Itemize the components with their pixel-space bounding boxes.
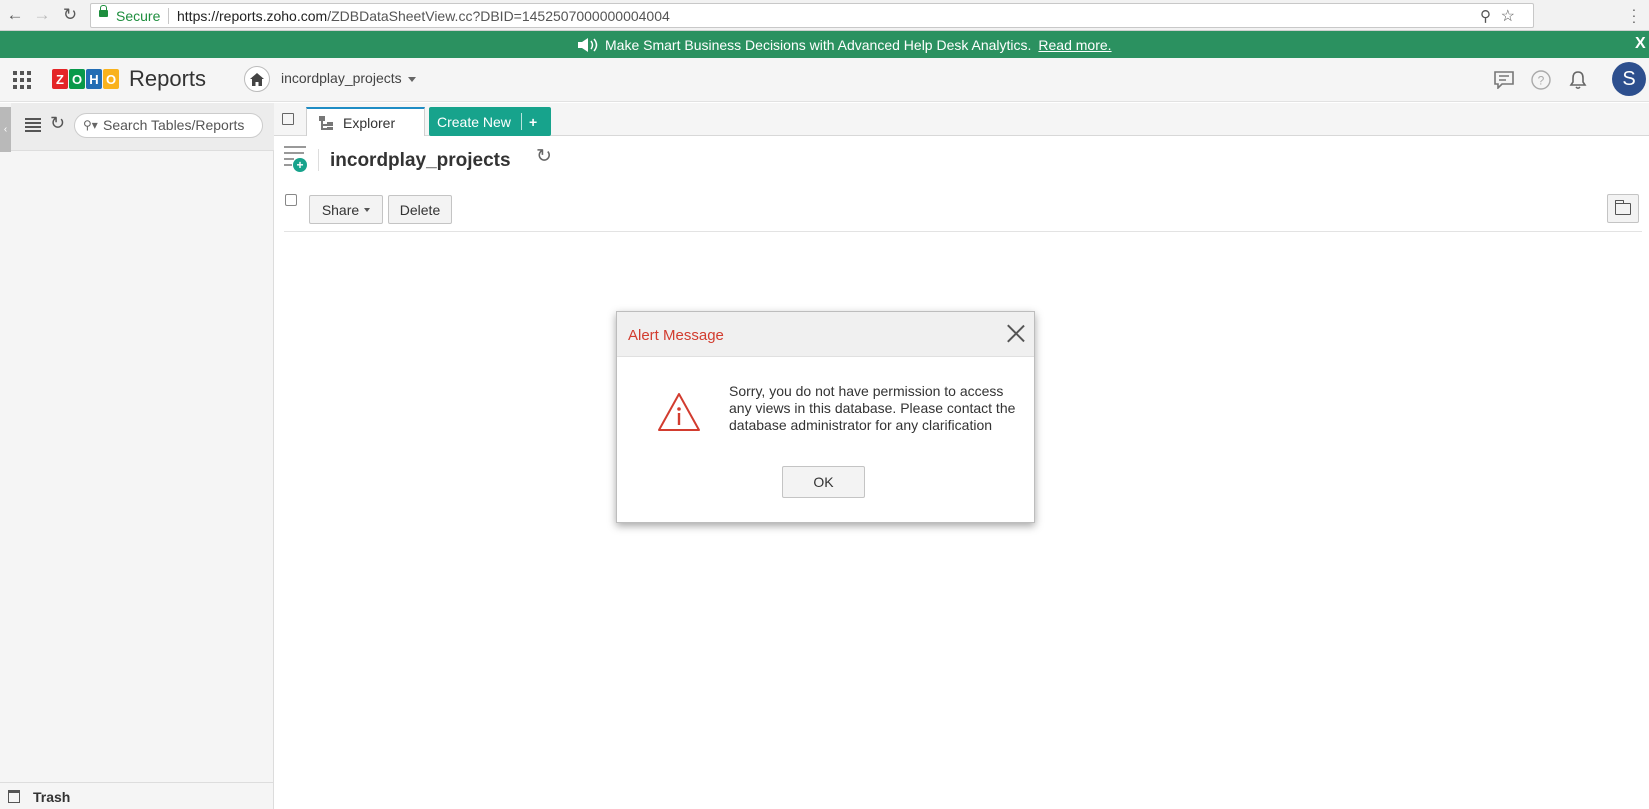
logo-letter: O <box>69 69 85 89</box>
dialog-header: Alert Message <box>617 312 1034 357</box>
bookmark-star-icon[interactable]: ☆ <box>1501 6 1515 26</box>
close-icon[interactable] <box>1006 323 1026 343</box>
app-header: ZOHO Reports incordplay_projects ? S <box>0 58 1649 102</box>
logo-letter: H <box>86 69 102 89</box>
sidebar: ‹ ↻ ⚲▾ Trash <box>0 103 274 809</box>
address-bar[interactable]: Secure https://reports.zoho.com/ZDBDataS… <box>90 3 1534 28</box>
page-title: incordplay_projects <box>330 150 511 171</box>
logo-letter: O <box>103 69 119 89</box>
collapse-sidebar-handle[interactable]: ‹ <box>0 107 11 152</box>
search-input[interactable] <box>103 117 258 133</box>
zoom-icon[interactable]: ⚲ <box>1480 7 1491 25</box>
url-text[interactable]: https://reports.zoho.com/ZDBDataSheetVie… <box>177 8 670 24</box>
secure-label: Secure <box>116 8 161 24</box>
create-new-label: Create New <box>437 113 511 130</box>
sidebar-toolbar: ↻ ⚲▾ <box>11 103 274 151</box>
add-plus-icon: + <box>293 158 307 172</box>
zoho-logo: ZOHO <box>52 69 119 89</box>
avatar[interactable]: S <box>1612 62 1646 96</box>
pin-icon[interactable] <box>282 113 294 125</box>
trash-item[interactable]: Trash <box>0 782 273 809</box>
logo-letter: Z <box>52 69 68 89</box>
url-separator <box>168 8 169 24</box>
share-button[interactable]: Share <box>309 195 383 224</box>
folder-icon <box>1614 199 1631 215</box>
browser-menu-icon[interactable]: · · · <box>1629 2 1639 28</box>
bell-icon[interactable] <box>1566 68 1590 92</box>
forward-arrow-icon[interactable]: → <box>32 5 52 25</box>
content-divider <box>284 231 1642 232</box>
banner-close-button[interactable]: X <box>1635 35 1646 53</box>
select-all-checkbox[interactable] <box>285 194 297 206</box>
create-new-plus-button[interactable]: + <box>522 114 537 130</box>
tab-explorer-label: Explorer <box>343 115 396 131</box>
url-host: https://reports.zoho.com <box>177 8 328 24</box>
svg-text:?: ? <box>1538 74 1545 88</box>
title-divider <box>318 149 319 171</box>
app-launcher-icon[interactable] <box>13 71 31 89</box>
tab-explorer[interactable]: Explorer <box>306 107 425 137</box>
ok-button[interactable]: OK <box>782 466 865 498</box>
warning-icon <box>658 393 700 431</box>
back-arrow-icon[interactable]: ← <box>5 5 25 25</box>
chevron-down-icon <box>407 76 416 82</box>
table-view-icon[interactable] <box>25 118 41 132</box>
reload-icon[interactable]: ↻ <box>60 5 80 25</box>
promo-banner: Make Smart Business Decisions with Advan… <box>0 31 1649 58</box>
chat-icon[interactable] <box>1492 68 1516 92</box>
alert-dialog: Alert Message Sorry, you do not have per… <box>616 311 1035 523</box>
trash-icon <box>8 790 20 803</box>
lock-icon <box>99 5 108 17</box>
url-path: /ZDBDataSheetView.cc?DBID=14525070000000… <box>327 8 670 24</box>
search-box[interactable]: ⚲▾ <box>74 113 263 138</box>
trash-label: Trash <box>33 789 71 805</box>
add-list-icon[interactable]: + <box>284 146 309 172</box>
megaphone-icon <box>578 38 598 52</box>
tab-bar: Explorer Create New + <box>274 103 1649 137</box>
database-selector[interactable]: incordplay_projects <box>281 70 416 86</box>
product-name: Reports <box>129 66 207 91</box>
chevron-down-icon <box>364 207 371 212</box>
search-icon[interactable]: ⚲▾ <box>83 118 98 132</box>
refresh-title-icon[interactable]: ↻ <box>536 145 552 168</box>
home-icon <box>250 72 264 86</box>
read-more-link[interactable]: Read more. <box>1038 37 1111 53</box>
browser-toolbar: ← → ↻ Secure https://reports.zoho.com/ZD… <box>0 0 1649 31</box>
dialog-message: Sorry, you do not have permission to acc… <box>729 383 1016 433</box>
zoho-reports-logo[interactable]: ZOHO Reports <box>52 66 206 92</box>
help-icon[interactable]: ? <box>1529 68 1553 92</box>
refresh-icon[interactable]: ↻ <box>50 113 65 134</box>
database-name: incordplay_projects <box>281 70 402 86</box>
home-button[interactable] <box>244 66 270 92</box>
tree-icon <box>319 116 333 130</box>
share-label: Share <box>321 201 360 218</box>
banner-text: Make Smart Business Decisions with Advan… <box>605 37 1032 53</box>
create-new-button[interactable]: Create New + <box>429 107 551 136</box>
delete-button[interactable]: Delete <box>388 195 452 224</box>
folder-button[interactable] <box>1607 194 1639 223</box>
dialog-title: Alert Message <box>628 327 724 344</box>
